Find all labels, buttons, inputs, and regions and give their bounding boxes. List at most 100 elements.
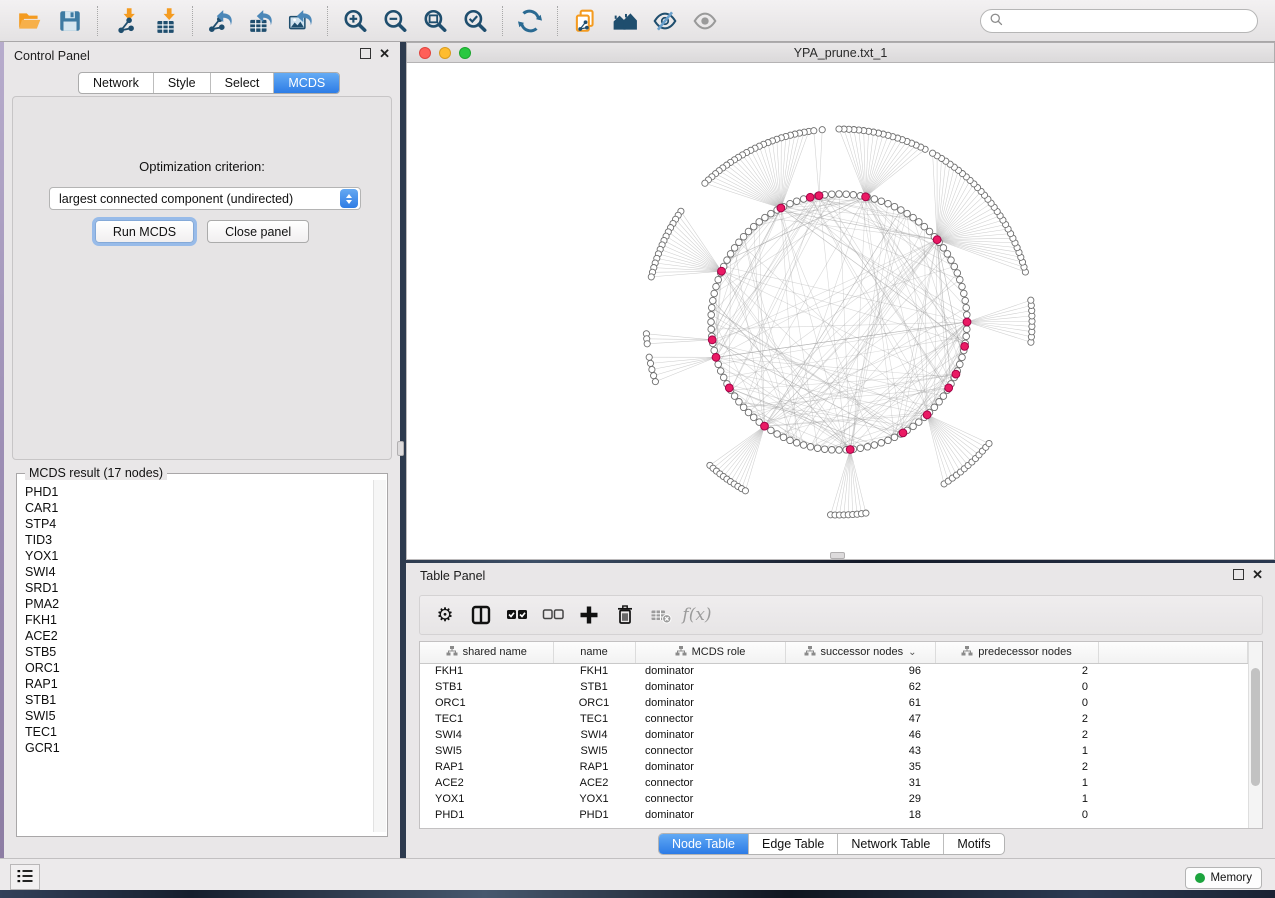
table-row[interactable]: TEC1TEC1connector472 [420,711,1248,727]
zoom-selected-icon[interactable] [458,6,492,36]
column-header[interactable]: predecessor nodes [935,642,1098,663]
list-item[interactable]: ORC1 [25,660,370,676]
table-row[interactable]: PHD1PHD1dominator180 [420,807,1248,823]
table-tabs: Node TableEdge TableNetwork TableMotifs [658,833,1005,855]
list-item[interactable]: ACE2 [25,628,370,644]
table-row[interactable]: RAP1RAP1dominator352 [420,759,1248,775]
list-item[interactable]: PHD1 [25,484,370,500]
tab-style[interactable]: Style [154,73,211,93]
toolbar-separator [327,6,328,36]
control-panel-title: Control Panel [14,49,90,63]
function-builder-icon: f(x) [682,601,712,629]
close-panel-button[interactable]: Close panel [207,220,309,243]
table-panel: Table Panel ✕ ⚙f(x) shared namenameMCDS … [406,563,1275,858]
control-panel-header: Control Panel ✕ [4,42,400,68]
toolbar-separator [192,6,193,36]
zoom-fit-icon[interactable] [418,6,452,36]
search-input[interactable] [1004,12,1257,30]
table-scrollbar[interactable] [1248,642,1262,828]
list-item[interactable]: FKH1 [25,612,370,628]
mcds-panel: Optimization criterion: largest connecte… [12,96,392,460]
list-item[interactable]: SWI5 [25,708,370,724]
network-export-icon[interactable] [203,6,237,36]
network-import-icon[interactable] [108,6,142,36]
ui-settings-button[interactable] [10,864,40,890]
mcds-result-list[interactable]: PHD1CAR1STP4TID3YOX1SWI4SRD1PMA2FKH1ACE2… [18,480,370,832]
gear-icon[interactable]: ⚙ [430,601,460,629]
search-box[interactable] [980,9,1258,33]
tab-select[interactable]: Select [211,73,275,93]
delete-table-icon [646,601,676,629]
list-item[interactable]: PMA2 [25,596,370,612]
tree-icon [804,645,816,660]
folder-open-icon[interactable] [13,6,47,36]
add-icon[interactable] [574,601,604,629]
list-icon [15,866,35,889]
table-row[interactable]: YOX1YOX1connector291 [420,791,1248,807]
tab-network-table[interactable]: Network Table [838,834,944,854]
tab-node-table[interactable]: Node Table [659,834,749,854]
table-import-icon[interactable] [148,6,182,36]
tab-network[interactable]: Network [79,73,154,93]
node-table[interactable]: shared namenameMCDS rolesuccessor nodes⌄… [419,641,1263,829]
list-item[interactable]: STB5 [25,644,370,660]
image-export-icon[interactable] [283,6,317,36]
table-row[interactable]: SWI5SWI5connector431 [420,743,1248,759]
search-icon [989,12,1004,30]
run-mcds-button[interactable]: Run MCDS [95,220,194,243]
memory-status-icon [1195,873,1205,883]
table-row[interactable]: FKH1FKH1dominator962 [420,663,1248,679]
column-header[interactable]: shared name [420,642,553,663]
column-header[interactable]: name [553,642,635,663]
network-graph[interactable] [407,63,1275,560]
splitter-handle[interactable] [397,441,404,456]
result-list-scrollbar[interactable] [373,480,386,832]
close-panel-icon[interactable]: ✕ [379,48,390,59]
sort-desc-icon: ⌄ [908,647,916,658]
criterion-select[interactable]: largest connected component (undirected) [49,187,361,210]
table-scrollbar-thumb[interactable] [1251,668,1260,786]
select-all-icon[interactable] [502,601,532,629]
list-item[interactable]: SRD1 [25,580,370,596]
main-toolbar [0,0,1275,42]
houses-icon[interactable] [608,6,642,36]
deselect-all-icon[interactable] [538,601,568,629]
tab-motifs[interactable]: Motifs [944,834,1003,854]
list-item[interactable]: TID3 [25,532,370,548]
list-item[interactable]: GCR1 [25,740,370,756]
save-icon[interactable] [53,6,87,36]
list-item[interactable]: RAP1 [25,676,370,692]
table-export-icon[interactable] [243,6,277,36]
float-table-panel-icon[interactable] [1233,569,1244,580]
tab-edge-table[interactable]: Edge Table [749,834,838,854]
control-panel-tabs: NetworkStyleSelectMCDS [78,72,340,94]
list-item[interactable]: STP4 [25,516,370,532]
close-table-panel-icon[interactable]: ✕ [1252,569,1263,580]
tab-mcds[interactable]: MCDS [274,73,339,93]
network-splitter-handle[interactable] [830,552,845,559]
column-header[interactable]: successor nodes⌄ [785,642,935,663]
svg-text:⚙: ⚙ [436,605,453,626]
network-canvas[interactable] [406,63,1275,560]
table-row[interactable]: STB1STB1dominator620 [420,679,1248,695]
zoom-in-icon[interactable] [338,6,372,36]
network-window-titlebar[interactable]: YPA_prune.txt_1 [406,42,1275,63]
zoom-out-icon[interactable] [378,6,412,36]
list-item[interactable]: YOX1 [25,548,370,564]
float-panel-icon[interactable] [360,48,371,59]
list-item[interactable]: SWI4 [25,564,370,580]
eye-slash-icon[interactable] [648,6,682,36]
list-item[interactable]: STB1 [25,692,370,708]
table-row[interactable]: SWI4SWI4dominator462 [420,727,1248,743]
table-header-row: shared namenameMCDS rolesuccessor nodes⌄… [420,642,1248,663]
column-header[interactable]: MCDS role [635,642,785,663]
trash-icon[interactable] [610,601,640,629]
refresh-icon[interactable] [513,6,547,36]
table-row[interactable]: ORC1ORC1dominator610 [420,695,1248,711]
clone-network-icon[interactable] [568,6,602,36]
table-row[interactable]: ACE2ACE2connector311 [420,775,1248,791]
columns-icon[interactable] [466,601,496,629]
memory-button[interactable]: Memory [1185,867,1262,889]
list-item[interactable]: TEC1 [25,724,370,740]
list-item[interactable]: CAR1 [25,500,370,516]
